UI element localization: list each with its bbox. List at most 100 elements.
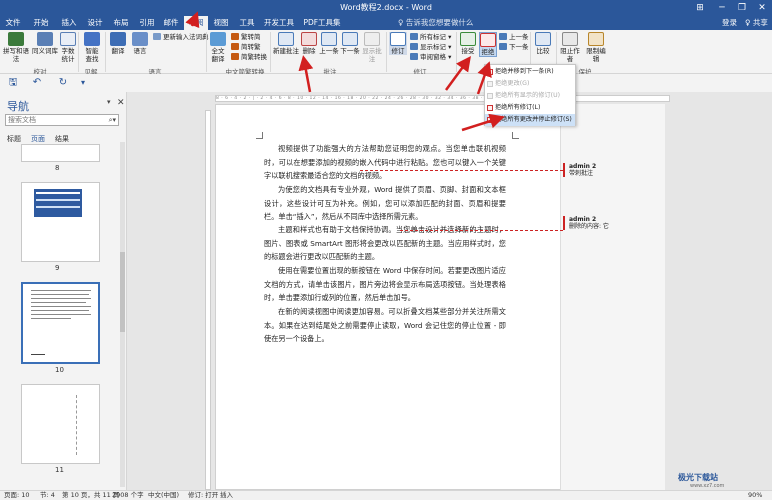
- page-thumbnail[interactable]: [21, 282, 100, 364]
- restrict-editing-label: 限制编辑: [586, 47, 606, 63]
- comment-balloon[interactable]: admin 2 删除的内容: 它: [563, 216, 609, 230]
- previous-comment-button[interactable]: 上一条: [319, 32, 339, 55]
- thesaurus-button[interactable]: 同义词库: [32, 32, 58, 55]
- previous-change-button[interactable]: 上一条: [499, 33, 529, 42]
- undo-icon[interactable]: ↶: [30, 77, 44, 89]
- smart-lookup-button[interactable]: 智能 查找: [82, 32, 102, 63]
- to-traditional-button[interactable]: 简转繁: [231, 43, 261, 52]
- paragraph[interactable]: 在新的阅读视图中阅读更加容易。可以折叠文档某些部分并关注所需文本。如果在达到结尾…: [264, 305, 506, 346]
- spelling-grammar-button[interactable]: 拼写和语法: [2, 32, 30, 63]
- tab-tools[interactable]: 工具: [236, 16, 258, 30]
- tab-references[interactable]: 引用: [136, 16, 158, 30]
- zoom-level[interactable]: 90%: [748, 491, 762, 500]
- reject-and-move-next-item[interactable]: 拒绝并移到下一条(R): [485, 66, 575, 78]
- convert-icon: [231, 53, 239, 60]
- save-icon[interactable]: 🖫: [6, 77, 20, 89]
- nav-options-icon[interactable]: ▾: [107, 98, 111, 106]
- page-thumbnail[interactable]: [21, 144, 100, 162]
- tab-insert[interactable]: 插入: [58, 16, 80, 30]
- to-simplified-button[interactable]: 繁转简: [231, 33, 261, 42]
- close-button[interactable]: ✕: [752, 0, 772, 16]
- reject-all-shown-item[interactable]: 拒绝所有显示的修订(U): [485, 90, 575, 102]
- word-count-button[interactable]: 字数 统计: [60, 32, 76, 63]
- word-window: { "window": {"title": "Word教程2.docx - Wo…: [0, 0, 772, 500]
- new-comment-button[interactable]: 新建批注: [273, 32, 299, 55]
- comment-balloon[interactable]: admin 2 带刺批注: [563, 163, 596, 177]
- full-text-translate-button[interactable]: 全文 翻译: [209, 32, 227, 63]
- close-icon[interactable]: ✕: [117, 98, 125, 108]
- reject-change-item[interactable]: 拒绝更改(G): [485, 78, 575, 90]
- paragraph[interactable]: 使用在需要位置出现的新按钮在 Word 中保存时间。若要更改图片适应文档的方式，…: [264, 264, 506, 305]
- show-markup-dropdown[interactable]: 显示标记 ▾: [410, 43, 451, 52]
- next-change-button[interactable]: 下一条: [499, 43, 529, 52]
- paragraph[interactable]: 视频提供了功能强大的方法帮助您证明您的观点。当您单击联机视频时，可以在想要添加的…: [264, 142, 506, 183]
- accept-button[interactable]: 接受: [459, 32, 477, 55]
- status-track-changes[interactable]: 修订: 打开: [188, 491, 218, 500]
- restore-button[interactable]: ❐: [732, 0, 752, 16]
- ribbon-display-button[interactable]: ⊞: [690, 0, 710, 16]
- tab-layout[interactable]: 布局: [110, 16, 132, 30]
- redo-icon[interactable]: ↻: [56, 77, 70, 89]
- nav-search-placeholder: 搜索文档: [8, 116, 36, 124]
- next-comment-button[interactable]: 下一条: [340, 32, 360, 55]
- tab-file[interactable]: 文件: [2, 16, 24, 30]
- language-label: 语言: [133, 47, 147, 55]
- status-language[interactable]: 中文(中国): [148, 491, 179, 500]
- customize-qat-icon[interactable]: ▾: [76, 77, 90, 89]
- previous-change-label: 上一条: [509, 33, 529, 41]
- vertical-ruler[interactable]: [205, 110, 211, 490]
- status-page[interactable]: 页面: 10: [4, 491, 30, 500]
- nav-scrollbar-thumb[interactable]: [120, 252, 125, 332]
- margin-corner: [256, 132, 263, 139]
- language-icon: [132, 32, 148, 46]
- page-thumbnail[interactable]: [21, 384, 100, 464]
- tab-view[interactable]: 视图: [210, 16, 232, 30]
- tab-design[interactable]: 设计: [84, 16, 106, 30]
- show-comments-button[interactable]: 显示批注: [361, 32, 383, 63]
- nav-tab-headings[interactable]: 标题: [7, 134, 21, 144]
- all-markup-dropdown[interactable]: 所有标记 ▾: [410, 33, 451, 42]
- reject-all-item[interactable]: 拒绝所有修订(L): [485, 102, 575, 114]
- text-line: [31, 310, 89, 311]
- status-page-of[interactable]: 第 10 页，共 11 页: [62, 491, 119, 500]
- horizontal-ruler[interactable]: 8 · 6 · 4 · 2 · | · 2 · 4 · 6 · 8 · 10 ·…: [215, 95, 670, 102]
- tab-review[interactable]: 审阅: [184, 16, 208, 30]
- watermark-logo: 极光下载站: [678, 473, 718, 482]
- share-button[interactable]: ♀ 共享: [745, 16, 768, 30]
- translate-button[interactable]: 翻译: [108, 32, 128, 55]
- reject-all-and-stop-tracking-item[interactable]: 拒绝所有更改并停止修订(S): [485, 114, 575, 126]
- restrict-editing-button[interactable]: 限制编辑: [584, 32, 608, 63]
- nav-tab-results[interactable]: 结果: [55, 134, 69, 144]
- convert-button[interactable]: 简繁转换: [231, 53, 267, 62]
- status-insert-mode[interactable]: 插入: [220, 491, 233, 500]
- separator: [105, 32, 106, 72]
- reviewing-pane-dropdown[interactable]: 审阅窗格 ▾: [410, 53, 451, 62]
- paragraph[interactable]: 为使您的文档具有专业外观，Word 提供了页眉、页脚、封面和文本框设计，这些设计…: [264, 183, 506, 224]
- tell-me-search[interactable]: ♀ 告诉我您想要做什么: [398, 16, 473, 30]
- track-changes-button[interactable]: 修订: [389, 32, 407, 55]
- tab-developer[interactable]: 开发工具: [262, 16, 296, 30]
- delete-comment-button[interactable]: 删除: [301, 32, 317, 55]
- review-ribbon: 拼写和语法 同义词库 字数 统计 校对 智能 查找 见解 翻译 语言 更新输入法…: [0, 30, 772, 76]
- block-authors-button[interactable]: 阻止作者: [558, 32, 582, 63]
- update-ime-dictionary-button[interactable]: 更新输入法词典: [153, 33, 209, 42]
- tab-home[interactable]: 开始: [30, 16, 52, 30]
- login-link[interactable]: 登录: [722, 16, 737, 30]
- tab-pdf-tools[interactable]: PDF工具集: [300, 16, 344, 30]
- next-change-label: 下一条: [509, 43, 529, 51]
- reviewing-pane-icon: [410, 53, 418, 60]
- reject-button[interactable]: 拒绝: [479, 32, 497, 57]
- status-section[interactable]: 节: 4: [40, 491, 55, 500]
- nav-search-input[interactable]: 搜索文档 ⌕▾: [5, 114, 119, 126]
- compare-button[interactable]: 比较: [533, 32, 553, 55]
- next-change-icon: [499, 43, 507, 50]
- page-thumbnail[interactable]: [21, 182, 100, 262]
- minimize-button[interactable]: ─: [712, 0, 732, 16]
- track-changes-label: 修订: [391, 47, 405, 55]
- language-button[interactable]: 语言: [130, 32, 150, 55]
- reject-icon: [487, 93, 493, 99]
- translate-doc-icon: [210, 32, 226, 46]
- search-icon[interactable]: ⌕▾: [109, 115, 116, 125]
- status-word-count[interactable]: 2908 个字: [112, 491, 144, 500]
- tab-mailings[interactable]: 邮件: [160, 16, 182, 30]
